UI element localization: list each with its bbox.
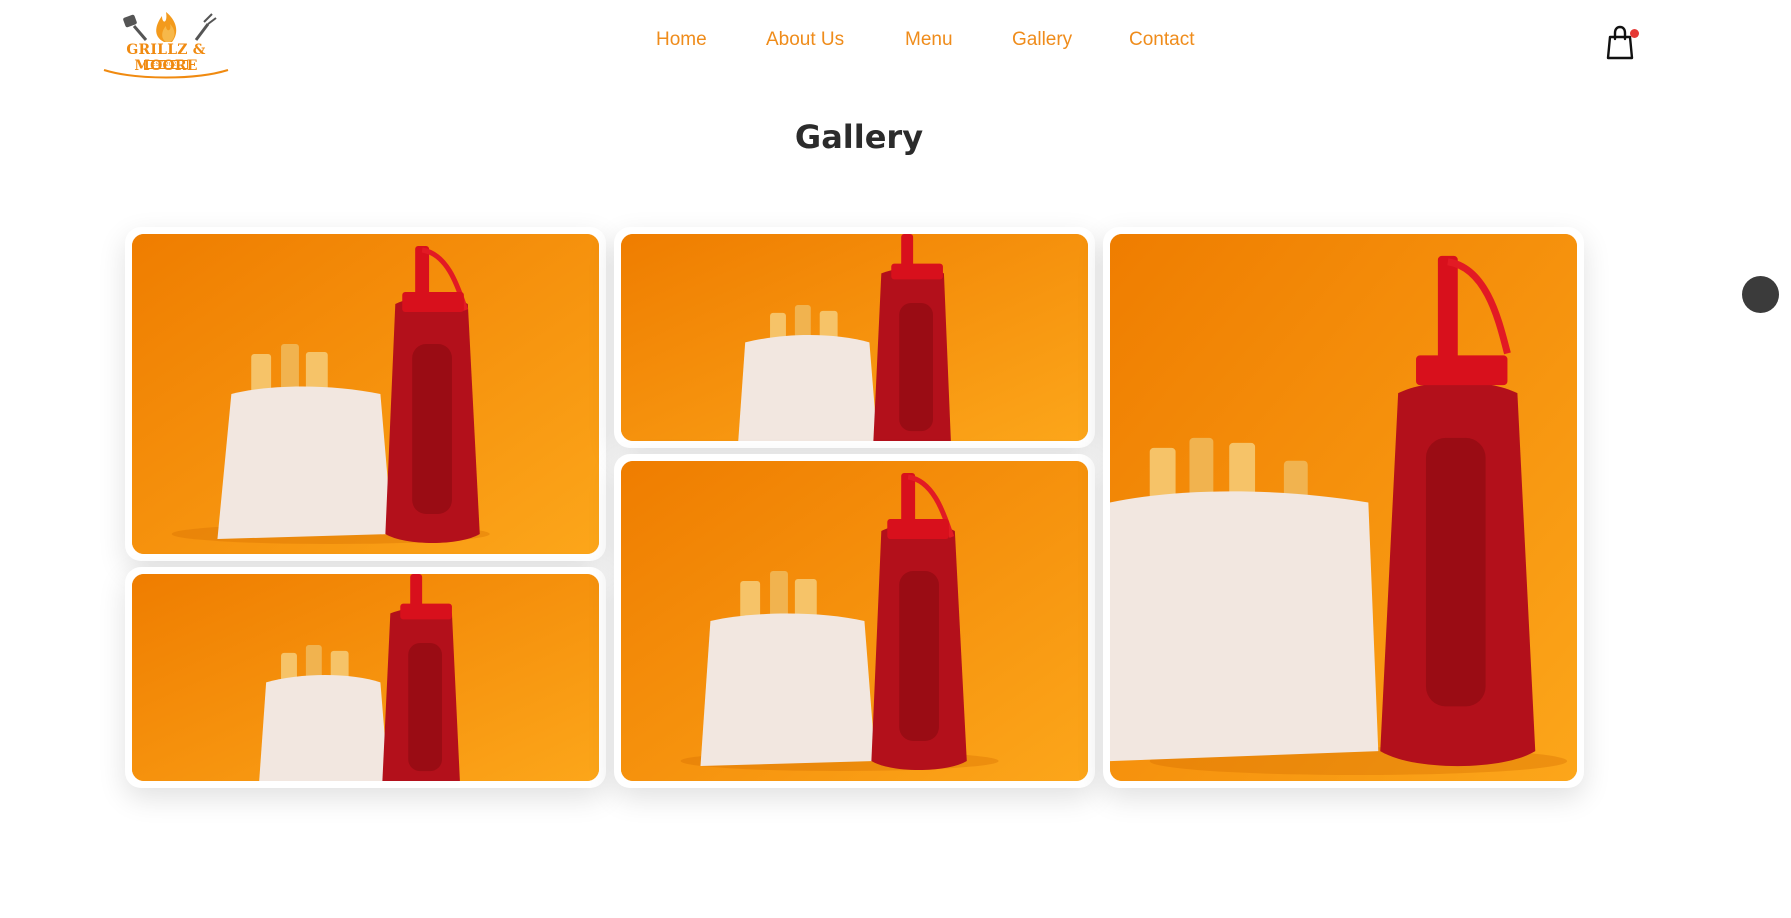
gallery-photo <box>1110 234 1577 781</box>
fries-ketchup-image-icon <box>621 461 1088 781</box>
side-scroll-handle[interactable] <box>1742 276 1779 313</box>
nav-contact[interactable]: Contact <box>1129 29 1194 51</box>
gallery-image-3[interactable] <box>614 227 1095 448</box>
gallery-photo <box>621 234 1088 441</box>
gallery-image-1[interactable] <box>125 227 606 561</box>
gallery-image-4[interactable] <box>614 454 1095 788</box>
fries-ketchup-image-icon <box>621 234 1088 441</box>
nav-home[interactable]: Home <box>656 29 707 51</box>
cart-button[interactable] <box>1604 24 1639 62</box>
gallery-image-5[interactable] <box>1103 227 1584 788</box>
main-nav: Home About Us Menu Gallery Contact <box>0 29 1791 55</box>
nav-gallery[interactable]: Gallery <box>1012 29 1072 51</box>
logo-swoosh-icon <box>103 69 229 79</box>
gallery-image-2[interactable] <box>125 567 606 788</box>
page-title: Gallery <box>794 118 924 156</box>
gallery-photo <box>621 461 1088 781</box>
nav-about-us[interactable]: About Us <box>766 29 844 51</box>
fries-ketchup-image-icon <box>132 574 599 781</box>
nav-menu[interactable]: Menu <box>905 29 953 51</box>
fries-ketchup-image-icon <box>132 234 599 554</box>
cart-badge <box>1630 29 1639 38</box>
gallery-photo <box>132 574 599 781</box>
gallery-photo <box>132 234 599 554</box>
fries-ketchup-image-icon <box>1110 234 1577 781</box>
site-header: GRILLZ & MOORE EST 2022 Home About Us Me… <box>0 0 1791 86</box>
